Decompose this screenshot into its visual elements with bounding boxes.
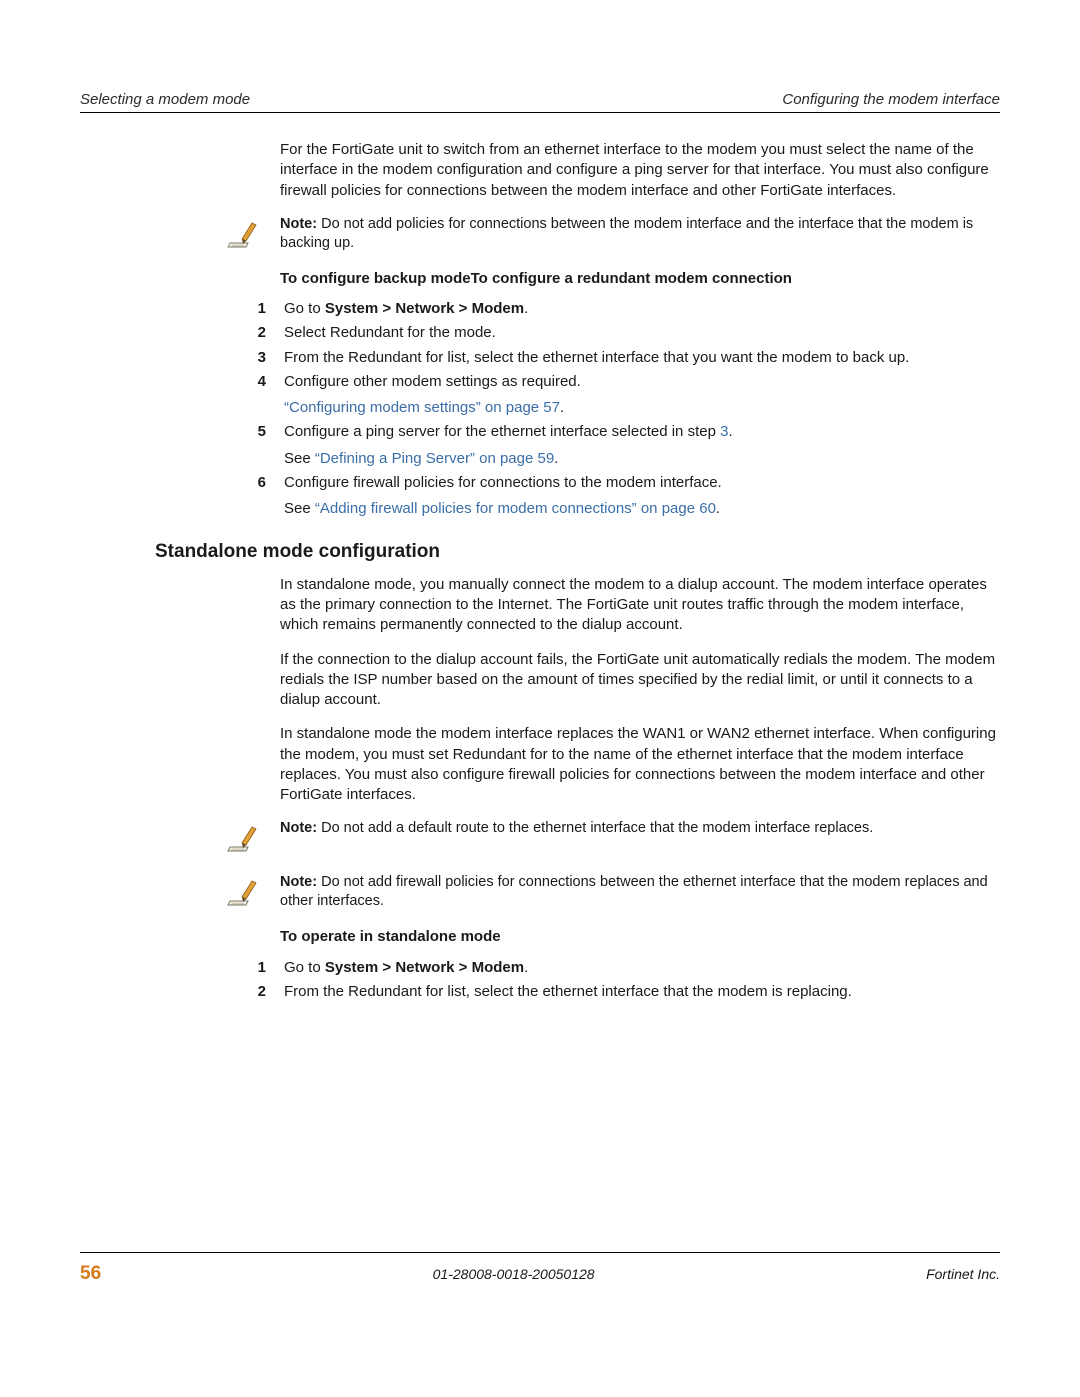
step: 4 Configure other modem settings as requ… — [80, 372, 1000, 419]
step-number: 1 — [232, 958, 280, 978]
note-2: Note: Do not add a default route to the … — [80, 819, 1000, 859]
body: For the FortiGate unit to switch from an… — [80, 140, 1000, 1227]
step-number: 6 — [232, 473, 280, 493]
note-label: Note: — [280, 820, 317, 836]
intro-paragraph: For the FortiGate unit to switch from an… — [80, 140, 1000, 201]
step: 1 Go to System > Network > Modem. — [80, 958, 1000, 978]
xref-link[interactable]: “Configuring modem settings” on page 57 — [284, 399, 560, 416]
note-3-text: Note: Do not add firewall policies for c… — [280, 873, 1000, 911]
step-text: Select Redundant for the mode. — [284, 323, 1000, 343]
step-number: 2 — [232, 323, 280, 343]
note-icon — [222, 215, 262, 255]
note-body: Do not add a default route to the ethern… — [317, 820, 873, 836]
section2-p3: In standalone mode the modem interface r… — [80, 724, 1000, 805]
note-body: Do not add firewall policies for connect… — [280, 874, 988, 909]
menu-path: System > Network > Modem — [325, 300, 524, 317]
procedure-2-title: To operate in standalone mode — [80, 927, 1000, 947]
section2-p1: In standalone mode, you manually connect… — [80, 575, 1000, 636]
note-2-text: Note: Do not add a default route to the … — [280, 819, 1000, 838]
step-number: 5 — [232, 422, 280, 442]
step: 2 From the Redundant for list, select th… — [80, 982, 1000, 1002]
step-subline: “Configuring modem settings” on page 57. — [284, 398, 1000, 418]
step-text: Configure a ping server for the ethernet… — [284, 422, 1000, 442]
footer-rule — [80, 1252, 1000, 1253]
footer-row: 56 01-28008-0018-20050128 Fortinet Inc. — [80, 1261, 1000, 1287]
page: Selecting a modem mode Configuring the m… — [0, 0, 1080, 1397]
step-number: 4 — [232, 372, 280, 392]
step-subline: See “Adding firewall policies for modem … — [284, 499, 1000, 519]
step: 1 Go to System > Network > Modem. — [80, 299, 1000, 319]
step: 6 Configure firewall policies for connec… — [80, 473, 1000, 520]
xref-link[interactable]: “Adding firewall policies for modem conn… — [315, 500, 716, 517]
procedure-1-title: To configure backup modeTo configure a r… — [80, 269, 1000, 289]
step: 5 Configure a ping server for the ethern… — [80, 422, 1000, 469]
company-name: Fortinet Inc. — [926, 1265, 1000, 1284]
note-label: Note: — [280, 874, 317, 890]
header-rule — [80, 112, 1000, 113]
header-right: Configuring the modem interface — [782, 90, 1000, 110]
footer: 56 01-28008-0018-20050128 Fortinet Inc. — [80, 1252, 1000, 1287]
xref-link[interactable]: “Defining a Ping Server” on page 59 — [315, 450, 554, 467]
note-3: Note: Do not add firewall policies for c… — [80, 873, 1000, 913]
menu-path: System > Network > Modem — [325, 959, 524, 976]
running-header: Selecting a modem mode Configuring the m… — [80, 90, 1000, 110]
step-number: 2 — [232, 982, 280, 1002]
note-1: Note: Do not add policies for connection… — [80, 215, 1000, 255]
note-body: Do not add policies for connections betw… — [280, 216, 973, 251]
step-text: Go to System > Network > Modem. — [284, 299, 1000, 319]
note-icon — [222, 819, 262, 859]
step-text: Configure other modem settings as requir… — [284, 372, 1000, 392]
doc-id: 01-28008-0018-20050128 — [433, 1265, 595, 1284]
section-heading: Standalone mode configuration — [80, 539, 1000, 565]
step-text: Go to System > Network > Modem. — [284, 958, 1000, 978]
note-label: Note: — [280, 216, 317, 232]
step: 3 From the Redundant for list, select th… — [80, 348, 1000, 368]
note-icon — [222, 873, 262, 913]
page-number: 56 — [80, 1261, 101, 1287]
step-subline: See “Defining a Ping Server” on page 59. — [284, 449, 1000, 469]
section2-p2: If the connection to the dialup account … — [80, 650, 1000, 711]
step-number: 3 — [232, 348, 280, 368]
step-number: 1 — [232, 299, 280, 319]
step: 2 Select Redundant for the mode. — [80, 323, 1000, 343]
header-left: Selecting a modem mode — [80, 90, 250, 110]
note-1-text: Note: Do not add policies for connection… — [280, 215, 1000, 253]
step-text: From the Redundant for list, select the … — [284, 348, 1000, 368]
step-text: Configure firewall policies for connecti… — [284, 473, 1000, 493]
step-text: From the Redundant for list, select the … — [284, 982, 1000, 1002]
